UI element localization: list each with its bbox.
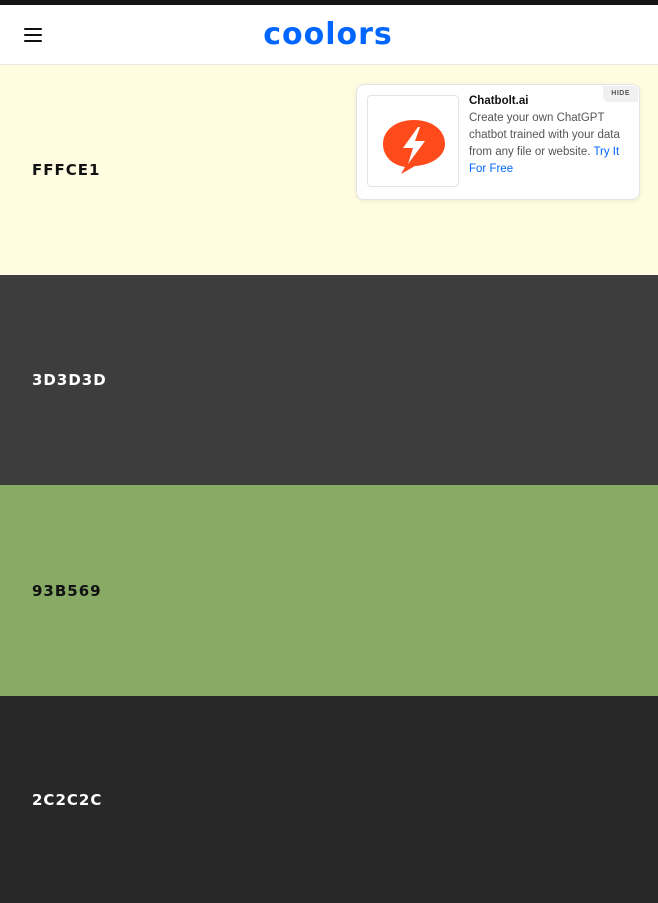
color-swatch[interactable]: 93B569 <box>0 485 658 696</box>
sponsored-ad[interactable]: HIDE Chatbolt.ai Create your own ChatGPT… <box>356 84 640 200</box>
hex-code: 93B569 <box>32 581 102 600</box>
header: coolors <box>0 5 658 65</box>
coolors-logo[interactable]: coolors <box>262 18 394 52</box>
hex-code: 2C2C2C <box>32 790 103 809</box>
hex-code: 3D3D3D <box>32 371 107 389</box>
ad-title[interactable]: Chatbolt.ai <box>469 95 629 107</box>
ad-text: Chatbolt.ai Create your own ChatGPT chat… <box>469 95 629 178</box>
ad-body: Create your own ChatGPT chatbot trained … <box>469 110 629 178</box>
hex-code: FFFCE1 <box>32 161 101 179</box>
ad-thumbnail[interactable] <box>367 95 459 187</box>
lightning-bolt-logo-icon <box>383 120 445 174</box>
color-swatch[interactable]: 3D3D3D <box>0 275 658 485</box>
hamburger-menu-icon[interactable] <box>20 21 46 47</box>
color-swatch[interactable]: 2C2C2C <box>0 696 658 903</box>
